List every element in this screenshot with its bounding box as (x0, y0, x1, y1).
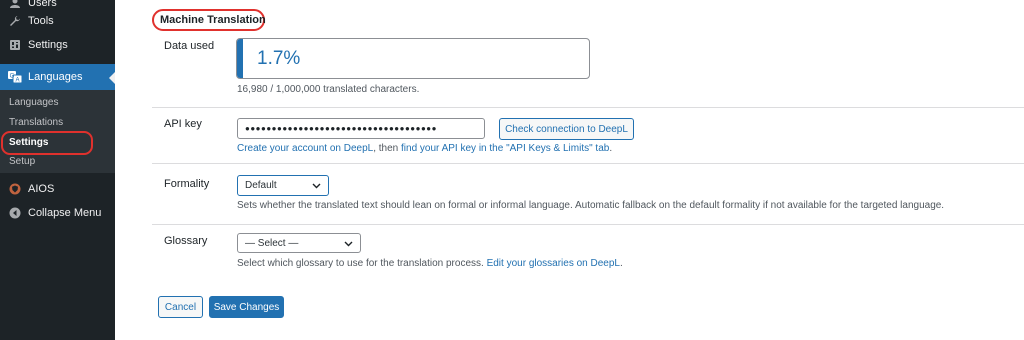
usage-meter-fill (237, 39, 243, 78)
settings-icon (8, 38, 22, 52)
chevron-down-icon (312, 181, 321, 193)
help-end-text: . (609, 143, 613, 154)
collapse-arrow-icon (8, 206, 22, 220)
glossary-label: Glossary (164, 235, 208, 247)
glossary-selected-value: — Select — (245, 237, 299, 249)
create-account-link[interactable]: Create your account on DeepL (237, 143, 373, 154)
edit-glossaries-link[interactable]: Edit your glossaries on DeepL (487, 258, 620, 269)
glossary-description: Select which glossary to use for the tra… (237, 258, 623, 269)
sidebar-item-label: Collapse Menu (28, 207, 102, 219)
sidebar-item-aios[interactable]: AIOS (0, 176, 115, 202)
wrench-icon (8, 14, 22, 28)
formality-selected-value: Default (245, 180, 277, 191)
sidebar-item-languages[interactable]: GA Languages (0, 64, 115, 90)
sidebar-item-tools[interactable]: Tools (0, 8, 115, 34)
settings-highlight-ring (1, 131, 93, 155)
section-title: Machine Translation (160, 14, 266, 26)
chevron-down-icon (344, 239, 353, 251)
formality-select[interactable]: Default (237, 175, 329, 196)
usage-percent: 1.7% (257, 48, 301, 69)
help-connector-text: , then (373, 143, 402, 154)
row-divider (152, 163, 1024, 164)
languages-icon: GA (8, 70, 22, 84)
row-divider (152, 224, 1024, 225)
submenu-item-setup[interactable]: Setup (9, 154, 35, 170)
formality-label: Formality (164, 178, 210, 190)
submenu-item-translations[interactable]: Translations (9, 115, 63, 131)
sidebar-item-settings[interactable]: Settings (0, 32, 115, 58)
current-page-arrow (109, 72, 115, 84)
usage-characters: 16,980 / 1,000,000 translated characters… (237, 84, 420, 95)
api-key-input[interactable]: ●●●●●●●●●●●●●●●●●●●●●●●●●●●●●●●●●●●● (237, 118, 485, 139)
sidebar-item-label: AIOS (28, 183, 55, 195)
admin-sidebar: Users Tools Settings GA Languages Langua… (0, 0, 115, 340)
sidebar-item-label: Settings (28, 39, 68, 51)
usage-meter: 1.7% (236, 38, 590, 79)
api-key-help: Create your account on DeepL, then find … (237, 143, 612, 154)
api-key-label: API key (164, 118, 202, 130)
cancel-button[interactable]: Cancel (158, 296, 203, 318)
glossary-end-text: . (620, 258, 623, 269)
row-divider (152, 107, 1024, 108)
glossary-desc-text: Select which glossary to use for the tra… (237, 258, 487, 269)
data-used-label: Data used (164, 40, 215, 52)
sidebar-item-label: Tools (28, 15, 54, 27)
aios-shield-icon (8, 182, 22, 196)
collapse-menu-button[interactable]: Collapse Menu (0, 200, 115, 226)
submenu-item-languages[interactable]: Languages (9, 95, 59, 111)
glossary-select[interactable]: — Select — (237, 233, 361, 253)
check-connection-button[interactable]: Check connection to DeepL (499, 118, 634, 140)
formality-description: Sets whether the translated text should … (237, 200, 945, 211)
find-api-key-link[interactable]: find your API key in the "API Keys & Lim… (401, 143, 609, 154)
svg-text:G: G (10, 74, 15, 80)
sidebar-item-label: Languages (28, 71, 83, 83)
svg-text:A: A (16, 78, 20, 84)
save-changes-button[interactable]: Save Changes (209, 296, 284, 318)
